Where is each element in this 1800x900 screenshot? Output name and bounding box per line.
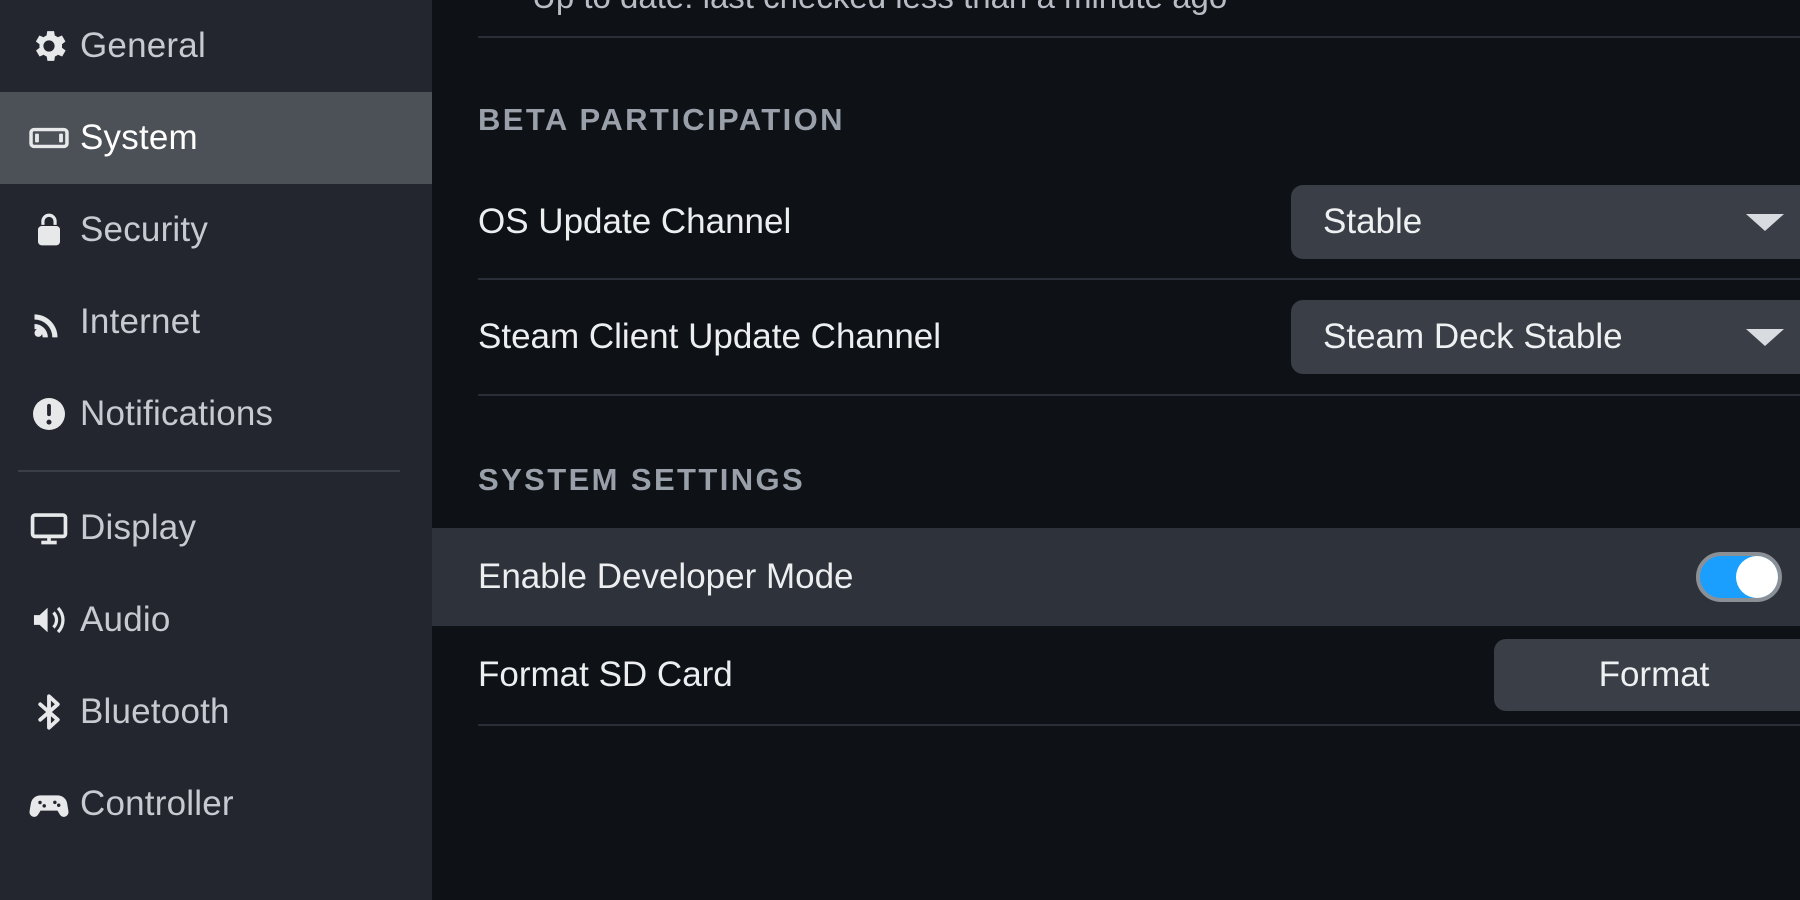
sidebar-item-label: Controller bbox=[80, 784, 234, 823]
handheld-device-icon bbox=[18, 116, 80, 160]
divider bbox=[478, 394, 1800, 396]
divider bbox=[478, 724, 1800, 726]
lock-icon bbox=[18, 210, 80, 250]
row-os-update-channel[interactable]: OS Update Channel Stable bbox=[432, 166, 1800, 278]
row-label: Steam Client Update Channel bbox=[478, 317, 942, 356]
update-status-text: Up to date: last checked less than a min… bbox=[432, 0, 1800, 16]
row-format-sd-card[interactable]: Format SD Card Format bbox=[432, 626, 1800, 724]
format-sd-card-button[interactable]: Format bbox=[1494, 639, 1800, 711]
sidebar-item-label: Security bbox=[80, 210, 209, 249]
os-update-channel-dropdown[interactable]: Stable bbox=[1291, 185, 1800, 259]
chevron-down-icon bbox=[1746, 213, 1784, 231]
sidebar-item-label: Bluetooth bbox=[80, 692, 230, 731]
sidebar-item-general[interactable]: General bbox=[0, 0, 432, 92]
sidebar-item-bluetooth[interactable]: Bluetooth bbox=[0, 666, 432, 758]
row-steam-client-update-channel[interactable]: Steam Client Update Channel Steam Deck S… bbox=[432, 280, 1800, 394]
alert-circle-icon bbox=[18, 394, 80, 434]
chevron-down-icon bbox=[1746, 328, 1784, 346]
dropdown-value: Stable bbox=[1323, 202, 1423, 241]
button-label: Format bbox=[1598, 655, 1710, 694]
sidebar-item-system[interactable]: System bbox=[0, 92, 432, 184]
sidebar-item-display[interactable]: Display bbox=[0, 482, 432, 574]
enable-developer-mode-toggle[interactable] bbox=[1696, 552, 1782, 602]
divider bbox=[478, 36, 1800, 38]
toggle-knob bbox=[1736, 556, 1778, 598]
row-label: Format SD Card bbox=[478, 655, 733, 694]
speaker-icon bbox=[18, 599, 80, 641]
bluetooth-icon bbox=[18, 691, 80, 733]
gear-icon bbox=[18, 25, 80, 67]
sidebar-item-security[interactable]: Security bbox=[0, 184, 432, 276]
sidebar-item-label: System bbox=[80, 118, 198, 157]
settings-content-panel: Up to date: last checked less than a min… bbox=[432, 0, 1800, 900]
sidebar-item-label: Notifications bbox=[80, 394, 274, 433]
gamepad-icon bbox=[18, 782, 80, 826]
sidebar-item-label: Audio bbox=[80, 600, 171, 639]
sidebar-item-controller[interactable]: Controller bbox=[0, 758, 432, 850]
wifi-icon bbox=[18, 302, 80, 342]
monitor-icon bbox=[18, 507, 80, 549]
steam-deck-settings-screen: General System Security Internet Notific… bbox=[0, 0, 1800, 900]
settings-sidebar: General System Security Internet Notific… bbox=[0, 0, 432, 900]
section-header-system-settings: SYSTEM SETTINGS bbox=[478, 462, 806, 497]
sidebar-divider bbox=[0, 460, 432, 482]
sidebar-item-label: Display bbox=[80, 508, 197, 547]
sidebar-item-audio[interactable]: Audio bbox=[0, 574, 432, 666]
row-enable-developer-mode[interactable]: Enable Developer Mode bbox=[432, 528, 1800, 626]
row-label: OS Update Channel bbox=[478, 202, 792, 241]
steam-client-update-channel-dropdown[interactable]: Steam Deck Stable bbox=[1291, 300, 1800, 374]
row-label: Enable Developer Mode bbox=[478, 557, 854, 596]
sidebar-item-label: General bbox=[80, 26, 206, 65]
sidebar-item-internet[interactable]: Internet bbox=[0, 276, 432, 368]
dropdown-value: Steam Deck Stable bbox=[1323, 317, 1623, 356]
sidebar-item-notifications[interactable]: Notifications bbox=[0, 368, 432, 460]
sidebar-item-label: Internet bbox=[80, 302, 201, 341]
section-header-beta-participation: BETA PARTICIPATION bbox=[478, 102, 845, 137]
